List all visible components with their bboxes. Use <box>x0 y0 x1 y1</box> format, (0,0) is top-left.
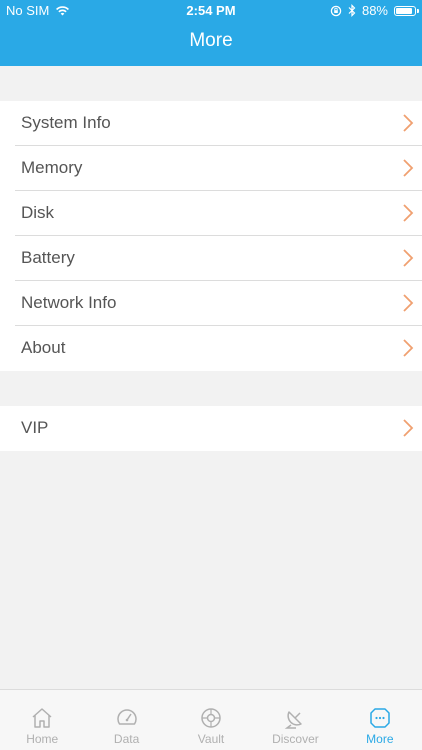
list-item-label: System Info <box>21 113 111 132</box>
tab-label: Vault <box>197 732 225 746</box>
list-item-label: VIP <box>21 418 49 437</box>
chevron-right-icon <box>403 339 414 357</box>
list-item-label: Network Info <box>21 293 117 312</box>
list-item-memory[interactable]: Memory <box>15 146 422 191</box>
page-title: More <box>189 30 233 51</box>
home-icon <box>32 708 52 728</box>
chevron-right-icon <box>403 114 414 132</box>
tab-label: Discover <box>272 732 319 746</box>
list-item-label: Disk <box>21 203 55 222</box>
list-item-about[interactable]: About <box>15 326 422 371</box>
chevron-right-icon <box>403 419 414 437</box>
battery-icon <box>394 5 419 16</box>
chevron-right-icon <box>403 159 414 177</box>
list-item-battery[interactable]: Battery <box>15 236 422 281</box>
bluetooth-icon <box>348 4 356 17</box>
tab-label: Data <box>113 732 140 746</box>
list-item-disk[interactable]: Disk <box>15 191 422 236</box>
more-icon <box>370 708 390 728</box>
tab-vault[interactable]: Vault <box>169 690 253 750</box>
tab-home[interactable]: Home <box>0 690 84 750</box>
tab-label: Home <box>26 732 59 746</box>
tab-bar: Home Data Vault Discover More <box>0 689 422 750</box>
status-bar: No SIM 2:54 PM 88% <box>0 0 422 22</box>
tab-label: More <box>366 732 394 746</box>
list-item-system-info[interactable]: System Info <box>15 101 422 146</box>
satellite-dish-icon <box>285 711 303 729</box>
orientation-lock-icon <box>330 5 342 16</box>
tab-more[interactable]: More <box>338 690 422 750</box>
status-right: 88% <box>330 3 419 18</box>
tab-data[interactable]: Data <box>84 690 168 750</box>
settings-section-vip: VIP <box>0 406 422 451</box>
chevron-right-icon <box>403 204 414 222</box>
tab-discover[interactable]: Discover <box>253 690 337 750</box>
chevron-right-icon <box>403 294 414 312</box>
list-item-label: Memory <box>21 158 83 177</box>
list-item-label: Battery <box>21 248 75 267</box>
settings-section-main: System Info Memory Disk Battery Network … <box>0 101 422 371</box>
list-item-label: About <box>21 338 66 357</box>
vault-icon <box>201 708 221 728</box>
list-item-network-info[interactable]: Network Info <box>15 281 422 326</box>
battery-percent: 88% <box>361 3 388 18</box>
nav-header: No SIM 2:54 PM 88% More <box>0 0 422 66</box>
list-item-vip[interactable]: VIP <box>15 406 422 451</box>
battery-level <box>396 7 412 14</box>
speedometer-icon <box>116 709 137 725</box>
chevron-right-icon <box>403 249 414 267</box>
